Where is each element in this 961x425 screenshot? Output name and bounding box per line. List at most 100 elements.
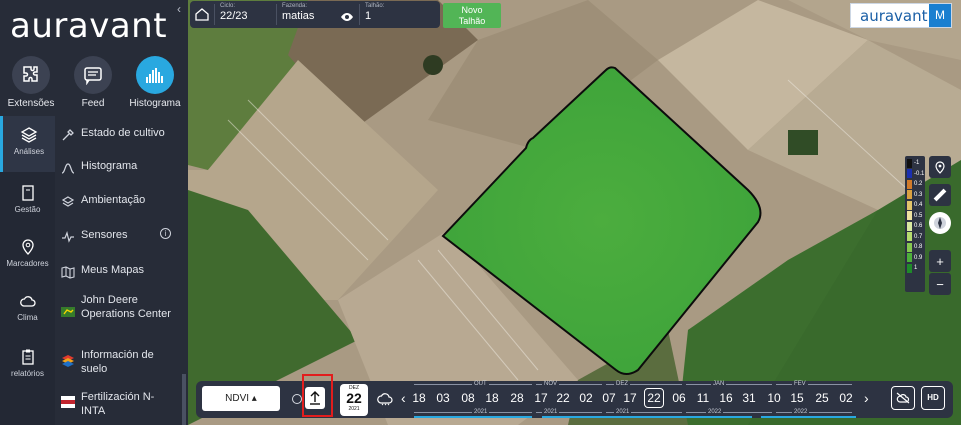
timeline-month: JAN xyxy=(711,381,727,387)
histogram-icon xyxy=(136,56,174,94)
legend-swatch xyxy=(907,242,912,252)
inta-icon xyxy=(55,390,81,408)
cloud-icon xyxy=(377,393,393,406)
new-field-button[interactable]: Novo Talhão xyxy=(443,3,501,28)
legend-swatch xyxy=(907,158,912,168)
legend-label: 0.8 xyxy=(914,244,923,251)
user-avatar-button[interactable]: M xyxy=(929,4,951,27)
nav-item-management[interactable]: Gestão xyxy=(0,174,55,230)
timeline-next-button[interactable]: › xyxy=(864,390,869,406)
sub-item-fertilization[interactable]: Fertilización N-INTA xyxy=(55,390,185,418)
timeline-month: DEZ xyxy=(614,381,630,387)
nav-label: Marcadores xyxy=(6,259,49,268)
sub-item-crop-status[interactable]: Estado de cultivo xyxy=(55,126,185,142)
timeline-day[interactable]: 17 xyxy=(620,391,640,405)
timeline-day[interactable]: 15 xyxy=(787,391,807,405)
legend-row: 0.2 xyxy=(907,179,925,190)
timeline-day[interactable]: 25 xyxy=(812,391,832,405)
layers-icon xyxy=(20,127,38,143)
legend-label: 0.4 xyxy=(914,202,923,209)
timeline-day[interactable]: 31 xyxy=(739,391,759,405)
nav-item-markers[interactable]: Marcadores xyxy=(0,228,55,284)
timeline-day[interactable]: 17 xyxy=(531,391,551,405)
hd-toggle-button[interactable]: HD xyxy=(921,386,945,410)
sub-item-label: Meus Mapas xyxy=(81,264,144,276)
legend-label: 1 xyxy=(914,265,918,272)
legend-swatch xyxy=(907,179,912,189)
hide-clouds-button[interactable] xyxy=(891,386,915,410)
timeline-day[interactable]: 02 xyxy=(836,391,856,405)
map-pin-icon xyxy=(21,239,34,255)
layers-icon xyxy=(55,193,81,209)
nav-item-weather[interactable]: Clima xyxy=(0,282,55,338)
cloud-filter-button[interactable] xyxy=(376,391,394,407)
field-selector[interactable]: Talhão: 1 xyxy=(365,3,384,22)
collapse-sidebar-button[interactable]: ‹ xyxy=(172,2,186,16)
cloud-off-icon xyxy=(896,392,910,404)
notebook-icon xyxy=(21,185,34,201)
index-select[interactable]: NDVI ▴ xyxy=(202,386,280,411)
legend-swatch xyxy=(907,232,912,242)
nav-item-reports[interactable]: relatórios xyxy=(0,338,55,394)
legend-label: 0.9 xyxy=(914,254,923,261)
legend-label: 0.6 xyxy=(914,223,923,230)
current-date-picker[interactable]: DEZ 22 2021 xyxy=(340,384,368,416)
visibility-toggle[interactable] xyxy=(340,9,354,21)
new-field-label-line1: Novo xyxy=(461,5,483,15)
john-deere-icon xyxy=(55,293,81,317)
timeline-day[interactable]: 28 xyxy=(507,391,527,405)
histogram-button[interactable]: Histograma xyxy=(124,56,186,109)
divider xyxy=(214,4,215,25)
extensions-button[interactable]: Extensões xyxy=(0,56,62,109)
sub-item-environment[interactable]: Ambientação xyxy=(55,193,185,209)
timeline-day[interactable]: 10 xyxy=(764,391,784,405)
measure-button[interactable] xyxy=(929,184,951,206)
timeline-year: 2022 xyxy=(706,409,724,415)
timeline-day[interactable]: 22 xyxy=(553,391,573,405)
compass-icon xyxy=(934,217,946,229)
farm-selector[interactable]: Fazenda: matias xyxy=(282,3,314,22)
sidebar-scrollbar[interactable] xyxy=(182,374,186,425)
sub-item-label: Ambientação xyxy=(81,194,146,206)
legend-row: 0.4 xyxy=(907,200,925,211)
compass-button[interactable] xyxy=(929,212,951,234)
zoom-out-button[interactable]: − xyxy=(929,273,951,295)
timeline-day[interactable]: 07 xyxy=(599,391,619,405)
timeline-day[interactable]: 16 xyxy=(716,391,736,405)
timeline-day[interactable]: 22 xyxy=(644,388,664,408)
clipboard-icon xyxy=(21,349,34,365)
locate-marker-button[interactable] xyxy=(929,156,951,178)
zoom-in-button[interactable]: + xyxy=(929,250,951,272)
timeline-year: 2022 xyxy=(792,409,810,415)
info-icon[interactable]: i xyxy=(160,228,171,239)
cycle-selector[interactable]: Ciclo: 22/23 xyxy=(220,3,248,22)
brand-badge: auravant M xyxy=(850,3,952,28)
farm-caption: Fazenda: xyxy=(282,3,308,9)
satellite-map[interactable] xyxy=(188,0,961,425)
sub-item-histogram[interactable]: Histograma xyxy=(55,159,185,175)
home-button[interactable] xyxy=(194,6,210,22)
sub-item-soil-info[interactable]: Información de suelo xyxy=(55,348,185,376)
timeline-day[interactable]: 18 xyxy=(482,391,502,405)
legend-row: -0.1 xyxy=(907,169,925,180)
feed-button[interactable]: Feed xyxy=(62,56,124,109)
legend-label: 0.5 xyxy=(914,212,923,219)
folded-map-icon xyxy=(55,263,81,279)
ruler-icon xyxy=(933,188,947,202)
sub-item-john-deere[interactable]: John Deere Operations Center xyxy=(55,293,185,321)
month-divider-line xyxy=(686,384,772,385)
timeline-prev-button[interactable]: ‹ xyxy=(401,390,406,406)
timeline-day[interactable]: 08 xyxy=(458,391,478,405)
tools-icon xyxy=(55,126,81,142)
cloud-icon xyxy=(19,296,36,307)
legend-row: 0.3 xyxy=(907,190,925,201)
timeline-day[interactable]: 02 xyxy=(576,391,596,405)
timeline-day[interactable]: 03 xyxy=(433,391,453,405)
timeline-day[interactable]: 18 xyxy=(409,391,429,405)
sub-item-my-maps[interactable]: Meus Mapas xyxy=(55,263,185,279)
timeline-day[interactable]: 06 xyxy=(669,391,689,405)
nav-item-analyses[interactable]: Análises xyxy=(0,116,55,172)
timeline-day[interactable]: 11 xyxy=(693,391,713,405)
histogram-label: Histograma xyxy=(129,98,181,109)
sub-item-label: John Deere Operations Center xyxy=(81,294,171,320)
